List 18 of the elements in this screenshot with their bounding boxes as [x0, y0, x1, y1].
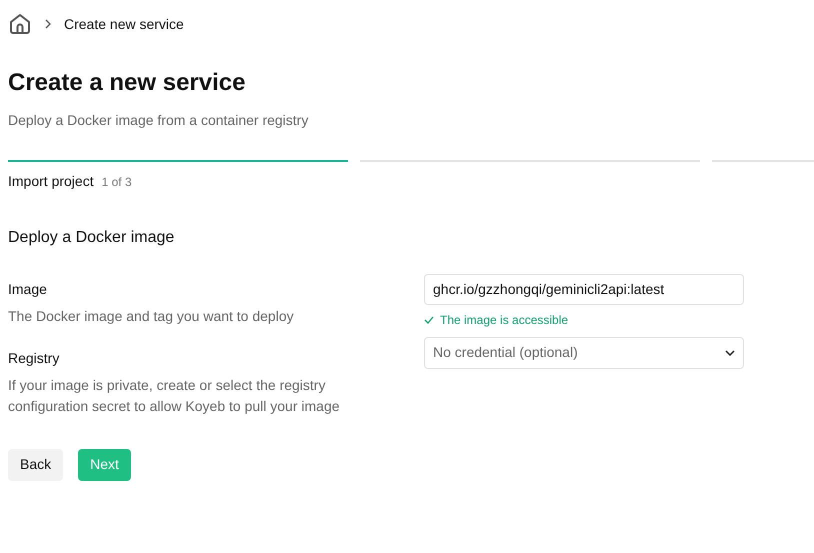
page-subtitle: Deploy a Docker image from a container registry [8, 111, 310, 130]
breadcrumb-current: Create new service [64, 14, 184, 34]
field-label: Image [8, 280, 48, 299]
field-label: Registry [8, 348, 60, 368]
field-help: If your image is private, create or select the registry configuration secret to allow Koyeb to pull your image [8, 376, 341, 416]
check-icon [424, 316, 434, 324]
status-message: The image is accessible [440, 312, 568, 328]
step-count: 1 of 3 [102, 174, 132, 191]
home-icon[interactable] [8, 12, 32, 36]
section-title: Deploy a Docker image [8, 228, 176, 248]
field-help: The Docker image and tag you want to deploy [8, 307, 295, 326]
page-title: Create a new service [8, 68, 246, 98]
chevron-down-icon [725, 350, 735, 356]
registry-select[interactable]: No credential (optional) [424, 336, 744, 368]
back-button[interactable]: Back [8, 448, 64, 480]
step-name: Import project [8, 172, 94, 191]
chevron-right-icon [44, 19, 52, 29]
image-input[interactable]: ghcr.io/gzzhongqi/geminicli2api:latest [424, 274, 744, 304]
